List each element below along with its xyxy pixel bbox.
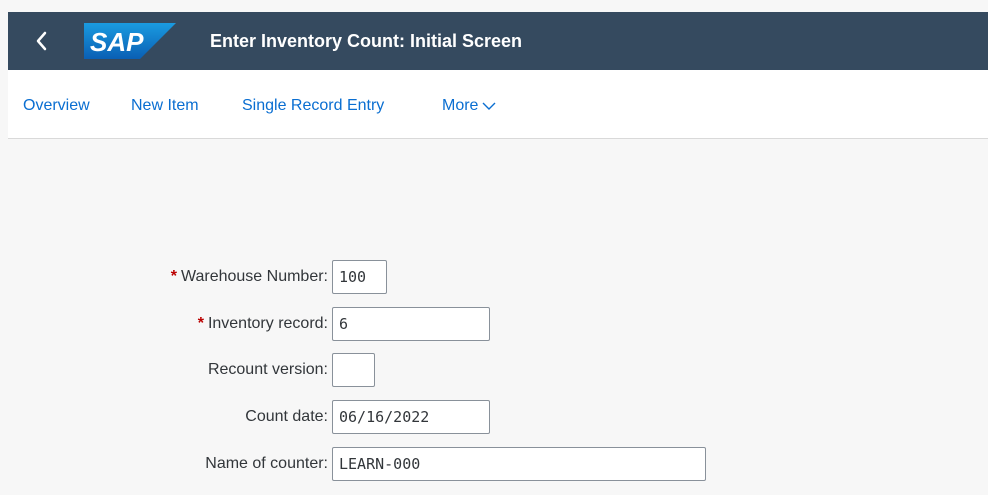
required-indicator: * [170, 268, 177, 285]
required-indicator: * [197, 315, 204, 332]
name-of-counter-label: Name of counter: [205, 455, 328, 472]
recount-version-label: Recount version: [207, 361, 328, 378]
overview-button[interactable]: Overview [23, 97, 90, 115]
single-record-entry-button[interactable]: Single Record Entry [242, 97, 384, 115]
sap-logo: SAP [84, 23, 176, 59]
count-date-row: Count date: [0, 400, 328, 434]
chevron-left-icon [36, 31, 47, 51]
count-date-label: Count date: [245, 408, 328, 425]
recount-version-input[interactable] [332, 353, 375, 387]
page-title: Enter Inventory Count: Initial Screen [210, 31, 523, 51]
toolbar: Overview New Item Single Record Entry Mo… [8, 70, 988, 139]
more-menu-button[interactable]: More [442, 97, 496, 115]
warehouse-number-label: * Warehouse Number: [170, 268, 328, 285]
warehouse-number-input[interactable] [332, 260, 387, 294]
inventory-record-label: * Inventory record: [197, 315, 328, 332]
count-date-input[interactable] [332, 400, 490, 434]
warehouse-number-row: * Warehouse Number: [0, 260, 328, 294]
shell-header: SAP Enter Inventory Count: Initial Scree… [8, 12, 988, 70]
name-of-counter-row: Name of counter: [0, 447, 328, 481]
back-button[interactable] [26, 25, 58, 57]
chevron-down-icon [482, 102, 496, 110]
name-of-counter-input[interactable] [332, 447, 706, 481]
new-item-button[interactable]: New Item [131, 97, 199, 115]
svg-text:SAP: SAP [90, 27, 144, 57]
recount-version-row: Recount version: [0, 353, 328, 387]
more-label: More [442, 97, 479, 114]
inventory-record-input[interactable] [332, 307, 490, 341]
inventory-record-row: * Inventory record: [0, 307, 328, 341]
